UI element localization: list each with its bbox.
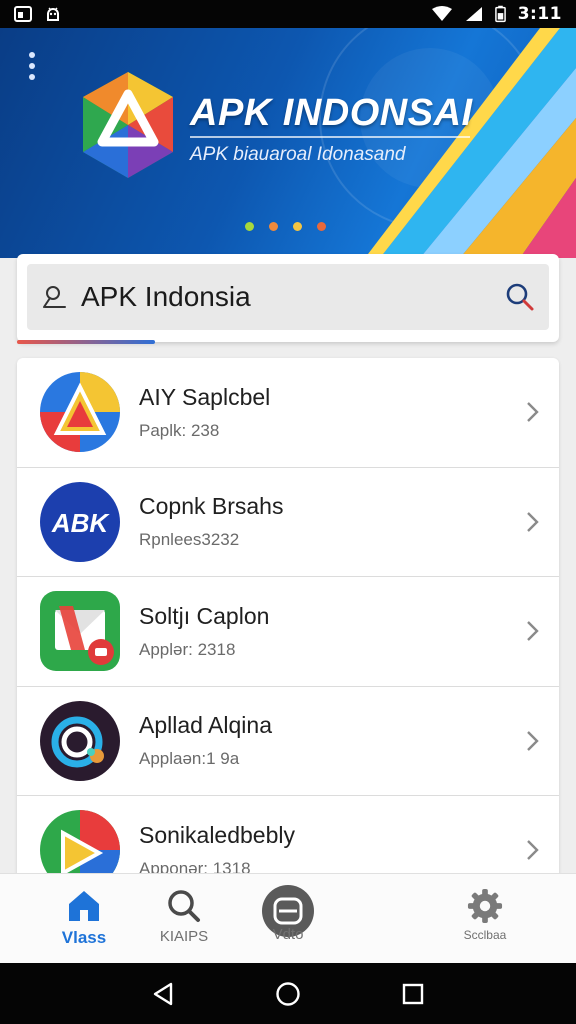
app-name: Apllad Alqina (139, 712, 272, 739)
recents-square-icon (403, 983, 424, 1004)
home-icon (69, 891, 99, 921)
nav-label: Vlass (61, 928, 107, 947)
hero-title: APK INDONSAI (190, 92, 473, 134)
search-bar-icon (43, 286, 66, 308)
nav-item-bot[interactable]: Vdto (252, 874, 324, 964)
app-list: AIY Saplcbel Paplk: 238 ABK Copnk Brsahs… (17, 358, 559, 878)
nav-item-settings[interactable]: Scclbaa (452, 874, 518, 964)
app-name: Copnk Brsahs (139, 493, 284, 520)
magnifier-icon[interactable] (505, 282, 535, 312)
nav-item-home[interactable]: Vlass (50, 874, 118, 964)
app-meta: Paplk: 238 (139, 420, 220, 440)
carousel-dot[interactable] (269, 222, 278, 231)
home-button[interactable] (273, 979, 303, 1009)
app-meta: Rpnlees3232 (139, 530, 240, 550)
search-card (17, 254, 559, 342)
home-circle-icon (276, 981, 300, 1006)
search-icon (168, 890, 200, 922)
search-field[interactable] (27, 264, 549, 330)
overflow-menu-icon[interactable] (24, 52, 40, 80)
nav-label: Scclbaa (463, 928, 507, 942)
app-name: Sonikaledbebly (139, 821, 296, 848)
system-navigation-bar (0, 963, 576, 1024)
chevron-right-icon (527, 511, 539, 532)
nav-item-search[interactable]: KIAIPS (150, 874, 218, 964)
status-bar: 3:11 (0, 0, 576, 28)
app-name: Soltjı Caplon (139, 602, 270, 629)
wifi-icon (431, 6, 452, 21)
apk-logo-icon (83, 72, 173, 178)
list-item[interactable]: ABK Copnk Brsahs Rpnlees3232 (17, 468, 559, 577)
carousel-indicator[interactable] (245, 222, 326, 231)
app-meta: Applər: 2318 (139, 639, 236, 659)
colorful-play-icon (40, 810, 120, 878)
app-meta: Applaən:1 9a (139, 749, 240, 769)
hero-banner: APK INDONSAI APK biauaroal Idonasand (0, 28, 576, 258)
list-item[interactable]: Apllad Alqina Applaən:1 9a (17, 687, 559, 796)
chevron-right-icon (527, 621, 539, 642)
mail-play-icon (40, 591, 120, 672)
screenshot-icon (14, 6, 32, 22)
bottom-navigation: Vlass KIAIPS Vdto Scclbaa (0, 873, 576, 963)
hero-subtitle: APK biauaroal Idonasand (190, 144, 406, 165)
carousel-dot[interactable] (293, 222, 302, 231)
carousel-dot[interactable] (245, 222, 254, 231)
list-item[interactable]: Soltjı Caplon Applər: 2318 (17, 577, 559, 687)
back-triangle-icon (153, 982, 172, 1005)
nav-label: KIAIPS (159, 928, 209, 945)
app-screen: 3:11 APK INDONSAI APK biauaroal Idonasan (0, 0, 576, 1024)
back-button[interactable] (148, 979, 178, 1009)
status-time: 3:11 (517, 4, 562, 24)
svg-text:ABK: ABK (51, 508, 111, 538)
list-item[interactable]: AIY Saplcbel Paplk: 238 (17, 358, 559, 468)
nav-label: Vdto (272, 926, 304, 943)
chevron-right-icon (527, 730, 539, 751)
apk-badge-icon: ABK (40, 481, 120, 562)
recents-button[interactable] (398, 979, 428, 1009)
app-triangle-icon (40, 372, 120, 453)
camera-lens-icon (40, 700, 120, 781)
app-name: AIY Saplcbel (139, 383, 271, 410)
search-input[interactable] (81, 281, 505, 313)
android-debug-icon (47, 7, 59, 21)
search-progress-bar (17, 340, 155, 344)
carousel-dot[interactable] (317, 222, 326, 231)
signal-icon (465, 7, 482, 21)
chevron-right-icon (527, 840, 539, 861)
battery-icon (494, 5, 506, 23)
list-item[interactable]: Sonikaledbebly Apponər: 1318 (17, 796, 559, 878)
chevron-right-icon (527, 402, 539, 423)
hero-divider (190, 136, 470, 138)
gear-icon (467, 888, 503, 924)
